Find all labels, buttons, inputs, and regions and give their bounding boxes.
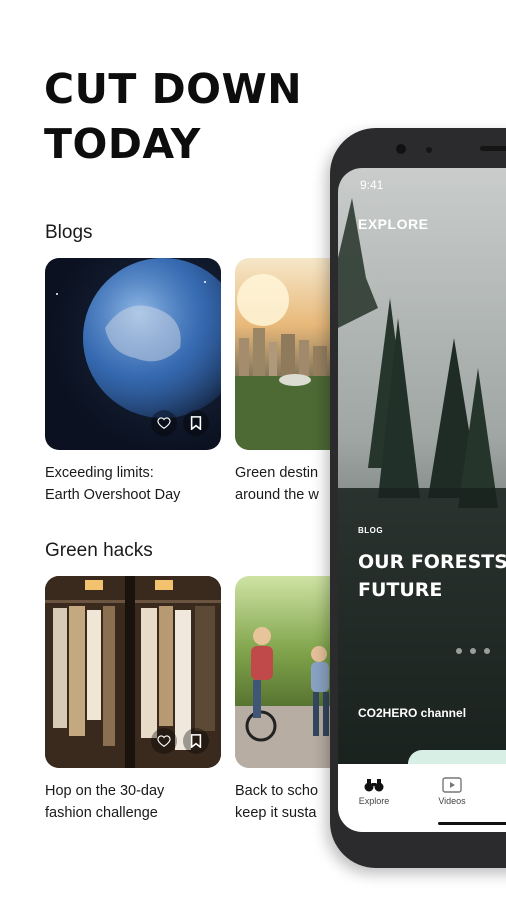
- heart-icon[interactable]: [151, 728, 177, 754]
- blog-tag: BLOG: [358, 526, 384, 535]
- bookmark-icon[interactable]: [183, 728, 209, 754]
- blogs-section-title: Blogs: [45, 222, 93, 243]
- channel-name[interactable]: CO2HERO channel: [358, 706, 466, 720]
- carousel-dot[interactable]: [484, 648, 490, 654]
- hack-card-fashion[interactable]: [45, 576, 221, 768]
- hack-card-bike[interactable]: [235, 576, 345, 768]
- phone-screen: 9:41 EXPLORE BLOG OUR FORESTS FUTURE CO2…: [338, 168, 506, 832]
- carousel-dot[interactable]: [470, 648, 476, 654]
- headline-line-2: TODAY: [44, 120, 201, 168]
- blog-caption-2[interactable]: Green destin around the w: [235, 462, 319, 506]
- forest-image: [338, 168, 506, 768]
- speaker-grille: [480, 146, 506, 151]
- blog-card-city[interactable]: [235, 258, 345, 450]
- green-hacks-section-title: Green hacks: [45, 540, 153, 561]
- tab-explore[interactable]: Explore: [344, 774, 404, 806]
- city-image: [235, 274, 345, 450]
- tab-videos[interactable]: Videos: [422, 774, 482, 806]
- tab-videos-label: Videos: [438, 796, 466, 806]
- bookmark-icon[interactable]: [183, 410, 209, 436]
- blog-caption-1[interactable]: Exceeding limits: Earth Overshoot Day: [45, 462, 180, 506]
- cycling-kids-image: [235, 627, 345, 768]
- carousel-dot[interactable]: [456, 648, 462, 654]
- hero-title[interactable]: OUR FORESTS FUTURE: [358, 548, 506, 604]
- card-actions: [151, 728, 209, 754]
- hack-caption-2[interactable]: Back to scho keep it susta: [235, 780, 318, 824]
- home-indicator: [438, 822, 506, 825]
- heart-icon[interactable]: [151, 410, 177, 436]
- sensor-icon: [426, 147, 432, 153]
- tab-explore-label: Explore: [358, 796, 390, 806]
- camera-icon: [396, 144, 406, 154]
- explore-heading: EXPLORE: [358, 216, 429, 232]
- hack-caption-1[interactable]: Hop on the 30-day fashion challenge: [45, 780, 164, 824]
- video-icon: [422, 774, 482, 796]
- status-time: 9:41: [360, 178, 384, 192]
- page-headline: CUT DOWN TODAY: [44, 62, 302, 172]
- blog-card-earth[interactable]: [45, 258, 221, 450]
- binoculars-icon: [344, 774, 404, 796]
- card-actions: [151, 410, 209, 436]
- headline-line-1: CUT DOWN: [44, 65, 303, 113]
- carousel-dots[interactable]: [456, 648, 490, 654]
